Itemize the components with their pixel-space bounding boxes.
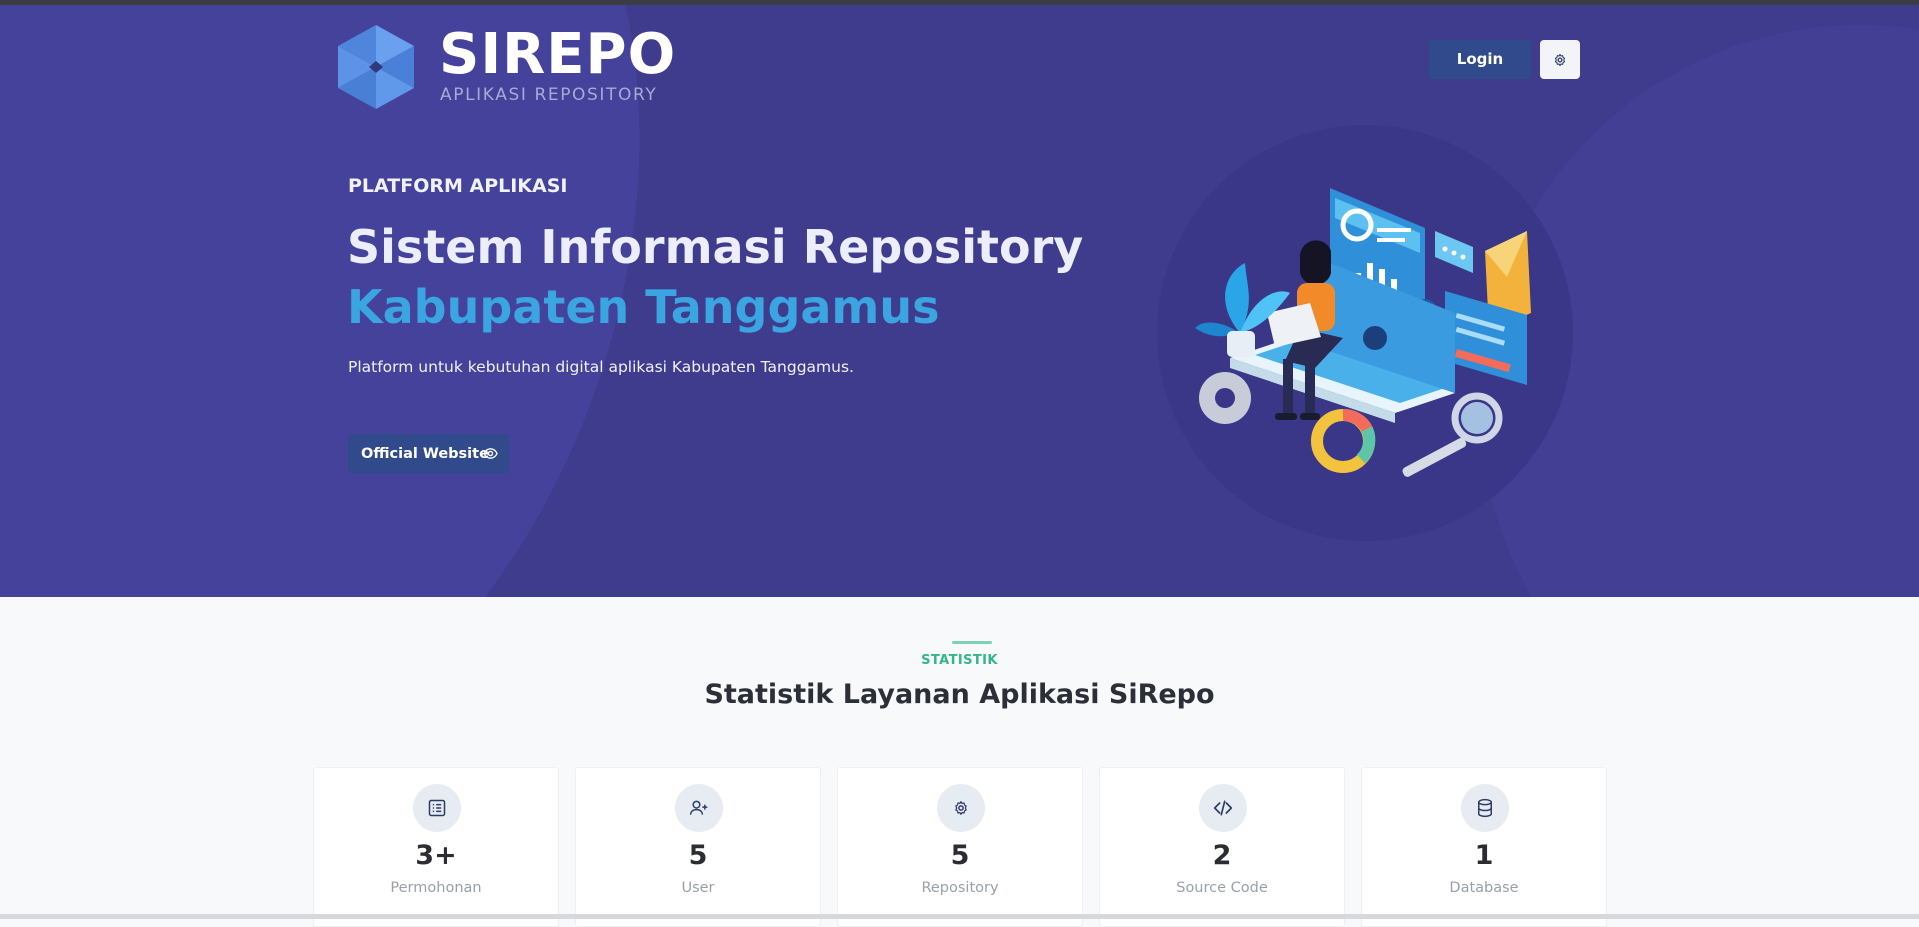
stat-icon-wrapper [1199,784,1247,832]
stat-icon-wrapper [1461,784,1509,832]
official-website-label: Official Website [361,445,489,462]
hero-section: SIREPO APLIKASI REPOSITORY Login PLATFOR… [0,5,1919,597]
gear-icon [955,801,967,815]
official-website-button[interactable]: Official Website [348,434,509,473]
list-icon [428,799,446,817]
stat-value: 1 [1474,840,1494,871]
stat-label: Source Code [1176,880,1268,896]
stat-icon-wrapper [413,784,461,832]
database-icon [1478,798,1492,818]
brand-name: SIREPO [439,22,677,87]
stat-card-permohonan: 3+ Permohonan [313,767,559,927]
code-icon [1213,800,1233,816]
hero-headline-secondary: Kabupaten Tanggamus [347,280,940,334]
hexagon-cube-logo [338,25,414,109]
stat-value: 2 [1212,840,1232,871]
stat-icon-wrapper [675,784,723,832]
settings-button[interactable] [1540,40,1580,79]
stat-value: 5 [688,840,708,871]
brand-home-link[interactable]: SIREPO APLIKASI REPOSITORY [338,25,678,111]
stat-label: User [681,880,715,896]
stat-card-user: 5 User [575,767,821,927]
stats-accent-line [952,641,992,644]
stat-card-source-code: 2 Source Code [1099,767,1345,927]
stats-section: STATISTIK Statistik Layanan Aplikasi SiR… [0,597,1919,927]
stat-label: Repository [921,880,999,896]
stats-kicker: STATISTIK [921,653,998,668]
stat-icon-wrapper [937,784,985,832]
user-plus-icon [689,800,708,815]
hero-headline-primary: Sistem Informasi Repository [347,220,1084,274]
hero-subtitle: Platform untuk kebutuhan digital aplikas… [348,358,854,376]
login-button[interactable]: Login [1429,40,1531,79]
hero-illustration [1157,125,1573,541]
eye-icon [483,448,498,459]
bottom-border [0,914,1919,919]
stat-card-database: 1 Database [1361,767,1607,927]
gear-icon [1554,53,1566,66]
hero-kicker: PLATFORM APLIKASI [348,175,568,197]
brand-tagline: APLIKASI REPOSITORY [440,85,658,105]
stat-value: 5 [950,840,970,871]
stat-value: 3+ [415,840,457,871]
stat-card-repository: 5 Repository [837,767,1083,927]
stat-label: Database [1449,880,1519,896]
stat-label: Permohonan [390,880,482,896]
stats-title: Statistik Layanan Aplikasi SiRepo [704,679,1215,710]
